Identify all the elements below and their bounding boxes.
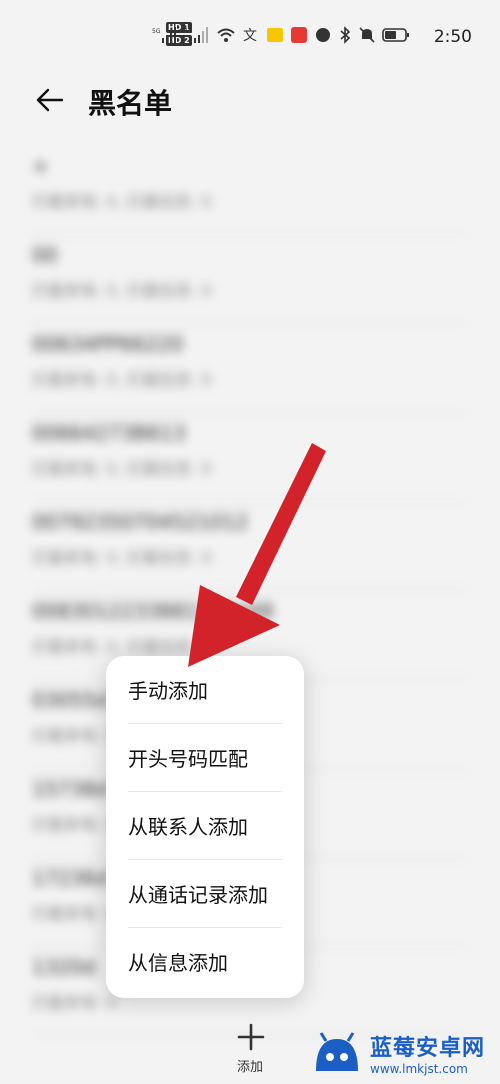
- back-arrow-icon[interactable]: [32, 82, 68, 118]
- watermark-title: 蓝莓安卓网: [370, 1036, 486, 1061]
- entry-number: 03055d: [32, 688, 109, 712]
- entry-stats: 拦截来电: 0, 拦截信息: 0: [32, 192, 212, 211]
- signal-4g-icon: 4G: [184, 27, 208, 43]
- add-icon[interactable]: [236, 1022, 266, 1052]
- add-menu-popup: 手动添加 开头号码匹配 从联系人添加 从通话记录添加 从信息添加: [106, 656, 304, 998]
- entry-stats: 拦截来电: 0: [32, 726, 117, 745]
- entry-stats: 拦截来电: 0, 拦截信息: 0: [32, 637, 212, 656]
- menu-item-prefix-match[interactable]: 开头号码匹配: [128, 724, 282, 792]
- wifi-icon: [217, 28, 235, 42]
- menu-item-manual-add[interactable]: 手动添加: [128, 656, 282, 724]
- entry-number: 0083012233881335448: [32, 599, 274, 623]
- entry-number: 00: [32, 243, 58, 267]
- entry-number: +: [32, 154, 49, 178]
- status-icons: 5G 4G 文: [152, 26, 410, 44]
- list-item[interactable]: 00634PP66220 拦截来电: 0, 拦截信息: 0: [32, 324, 466, 413]
- svg-text:4G: 4G: [184, 28, 193, 35]
- menu-item-from-call-log[interactable]: 从通话记录添加: [128, 860, 282, 928]
- watermark-logo: [316, 1032, 358, 1071]
- entry-stats: 拦截来电: 0, 拦截信息: 0: [32, 281, 212, 300]
- bluetooth-icon: [340, 26, 351, 44]
- app-red-icon: [291, 27, 307, 43]
- list-item[interactable]: + 拦截来电: 0, 拦截信息: 0: [32, 146, 466, 235]
- entry-stats: 拦截来电: 0, 拦截信息: 0: [32, 370, 212, 389]
- list-item[interactable]: 00 拦截来电: 0, 拦截信息: 0: [32, 235, 466, 324]
- status-bar: HD 1 HD 2 5G 4G 文 2:50: [0, 18, 500, 58]
- status-time: 2:50: [433, 27, 472, 47]
- battery-icon: [382, 28, 409, 42]
- mute-bell-icon: [359, 27, 375, 43]
- list-item[interactable]: 00792350704521012 拦截来电: 0, 拦截信息: 0: [32, 502, 466, 591]
- entry-stats: 拦截来电: 0: [32, 815, 117, 834]
- app-yellow-icon: [267, 28, 283, 42]
- entry-number: 00634PP66220: [32, 332, 184, 356]
- entry-number: 1320d: [32, 955, 96, 979]
- translate-icon: 文: [243, 28, 257, 44]
- signal-5g-icon: 5G: [152, 27, 176, 43]
- vpn-icon: [316, 28, 330, 42]
- watermark: 蓝莓安卓网 www.lmkjst.com: [312, 1030, 485, 1076]
- svg-text:5G: 5G: [152, 28, 161, 35]
- entry-number: 00664273B613: [32, 421, 186, 445]
- svg-text:文: 文: [243, 28, 257, 44]
- watermark-url: www.lmkjst.com: [370, 1062, 468, 1076]
- entry-number: 17236d: [32, 866, 109, 890]
- menu-item-from-messages[interactable]: 从信息添加: [128, 928, 282, 995]
- list-item[interactable]: 00664273B613 拦截来电: 0, 拦截信息: 0: [32, 413, 466, 502]
- page-title: 黑名单: [88, 87, 173, 120]
- entry-stats: 拦截来电: 0: [32, 904, 117, 923]
- entry-stats: 拦截来电: 0, 拦截信息: 0: [32, 459, 212, 478]
- entry-number: 00792350704521012: [32, 510, 249, 534]
- entry-number: 15738d: [32, 777, 109, 801]
- entry-stats: 拦截来电: 0, 拦截信息: 0: [32, 548, 212, 567]
- header: 黑名单: [0, 78, 500, 122]
- menu-item-from-contacts[interactable]: 从联系人添加: [128, 792, 282, 860]
